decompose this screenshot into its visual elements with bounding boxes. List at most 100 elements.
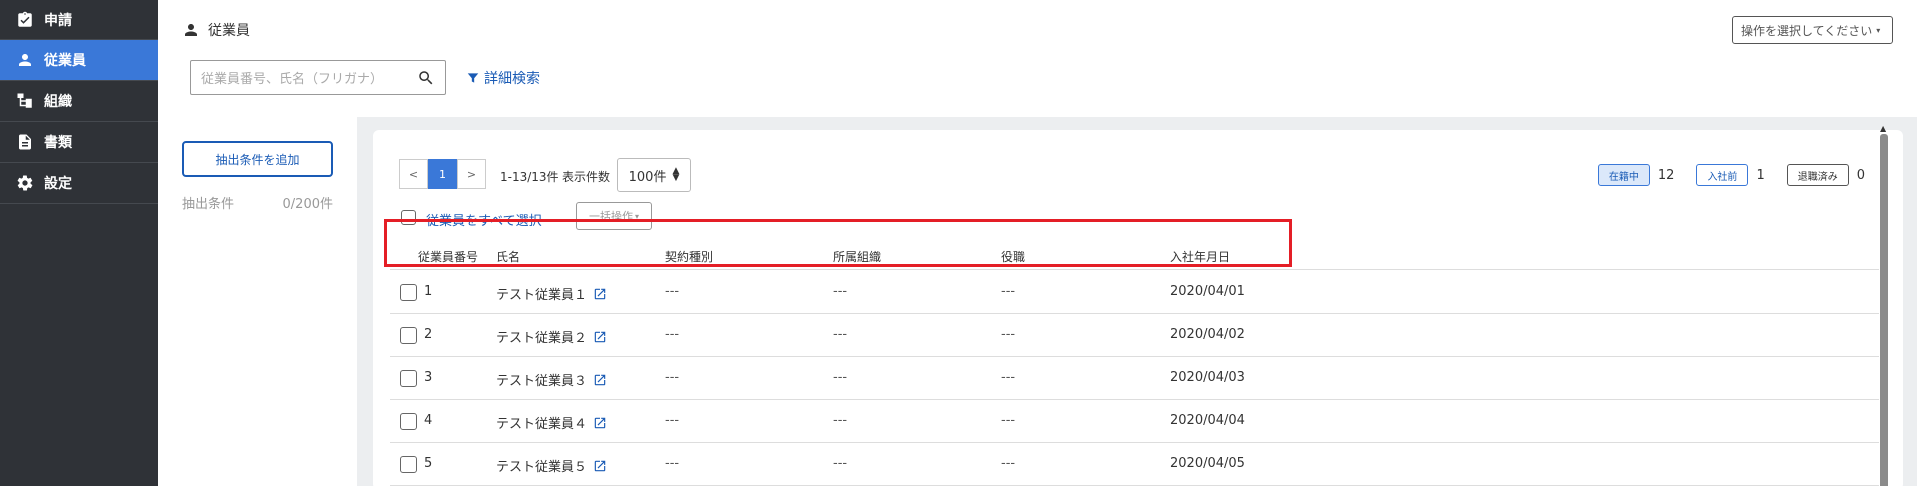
column-header-name[interactable]: 氏名 bbox=[496, 248, 520, 265]
search-input[interactable]: 従業員番号、氏名（フリガナ） bbox=[190, 60, 446, 95]
sidebar-item-label: 書類 bbox=[44, 135, 72, 151]
employee-number: 5 bbox=[424, 456, 433, 471]
status-active-badge[interactable]: 在籍中 bbox=[1597, 164, 1650, 186]
external-link-icon[interactable] bbox=[593, 416, 607, 430]
status-pre-badge[interactable]: 入社前 bbox=[1696, 164, 1749, 186]
scrollbar-thumb[interactable] bbox=[1880, 134, 1888, 486]
table-row[interactable]: 1 テスト従業員１ --- --- --- 2020/04/01 bbox=[390, 271, 1879, 314]
page-1-button[interactable]: 1 bbox=[428, 159, 457, 189]
sidebar: 申請 従業員 組織 書類 設定 bbox=[0, 0, 158, 486]
employee-name: テスト従業員１ bbox=[496, 288, 588, 303]
position: --- bbox=[1001, 413, 1016, 428]
select-all-label[interactable]: 従業員をすべて選択 bbox=[426, 210, 542, 229]
row-checkbox[interactable] bbox=[400, 284, 417, 301]
sidebar-item-documents[interactable]: 書類 bbox=[0, 122, 158, 163]
contract-type: --- bbox=[665, 327, 680, 342]
page-title: 従業員 bbox=[182, 20, 250, 40]
add-filter-button[interactable]: 抽出条件を追加 bbox=[182, 141, 333, 177]
employee-name-link[interactable]: テスト従業員５ bbox=[496, 456, 607, 475]
join-date: 2020/04/03 bbox=[1170, 370, 1245, 385]
join-date: 2020/04/01 bbox=[1170, 284, 1245, 299]
sidebar-item-label: 組織 bbox=[44, 94, 72, 110]
header: 従業員 操作を選択してください ▾ 従業員番号、氏名（フリガナ） 詳細検索 bbox=[158, 0, 1917, 117]
external-link-icon[interactable] bbox=[593, 330, 607, 344]
organization: --- bbox=[833, 456, 848, 471]
filter-icon bbox=[467, 73, 479, 83]
column-header-contract[interactable]: 契約種別 bbox=[665, 248, 713, 265]
sidebar-item-settings[interactable]: 設定 bbox=[0, 163, 158, 204]
person-icon bbox=[19, 54, 31, 66]
caret-down-icon: ▾ bbox=[1876, 25, 1881, 35]
table-row[interactable]: 2 テスト従業員２ --- --- --- 2020/04/02 bbox=[390, 314, 1879, 357]
employee-name: テスト従業員２ bbox=[496, 331, 588, 346]
column-header-employee-number[interactable]: 従業員番号 bbox=[418, 248, 478, 265]
row-checkbox[interactable] bbox=[400, 370, 417, 387]
select-all-checkbox[interactable] bbox=[401, 210, 416, 225]
employee-name: テスト従業員３ bbox=[496, 374, 588, 389]
table-row[interactable]: 4 テスト従業員４ --- --- --- 2020/04/04 bbox=[390, 400, 1879, 443]
row-checkbox[interactable] bbox=[400, 413, 417, 430]
next-page-button[interactable]: > bbox=[457, 159, 486, 189]
filter-label: 抽出条件 bbox=[182, 197, 235, 212]
external-link-icon[interactable] bbox=[593, 373, 607, 387]
select-all[interactable]: 従業員をすべて選択 bbox=[401, 206, 542, 229]
contract-type: --- bbox=[665, 370, 680, 385]
external-link-icon[interactable] bbox=[593, 287, 607, 301]
employee-name: テスト従業員４ bbox=[496, 417, 588, 432]
sidebar-item-organization[interactable]: 組織 bbox=[0, 81, 158, 122]
prev-page-button[interactable]: < bbox=[399, 159, 428, 189]
position: --- bbox=[1001, 327, 1016, 342]
position: --- bbox=[1001, 284, 1016, 299]
column-header-position[interactable]: 役職 bbox=[1001, 248, 1025, 265]
advanced-search-link[interactable]: 詳細検索 bbox=[466, 68, 540, 88]
operation-select-label: 操作を選択してください bbox=[1741, 23, 1873, 38]
position: --- bbox=[1001, 370, 1016, 385]
person-icon bbox=[185, 24, 197, 36]
employee-name-link[interactable]: テスト従業員２ bbox=[496, 327, 607, 346]
sidebar-item-label: 従業員 bbox=[44, 53, 86, 69]
bulk-action-button[interactable]: 一括操作 ▾ bbox=[576, 202, 652, 230]
contract-type: --- bbox=[665, 413, 680, 428]
employee-number: 1 bbox=[424, 284, 433, 299]
row-checkbox[interactable] bbox=[400, 327, 417, 344]
sidebar-item-employees[interactable]: 従業員 bbox=[0, 40, 158, 81]
search-icon[interactable] bbox=[417, 69, 435, 87]
sidebar-item-label: 申請 bbox=[44, 12, 72, 29]
table-row[interactable]: 3 テスト従業員３ --- --- --- 2020/04/03 bbox=[390, 357, 1879, 400]
employee-name-link[interactable]: テスト従業員１ bbox=[496, 284, 607, 303]
sidebar-item-applications[interactable]: 申請 bbox=[0, 0, 158, 40]
search-placeholder: 従業員番号、氏名（フリガナ） bbox=[201, 72, 384, 87]
external-link-icon[interactable] bbox=[593, 459, 607, 473]
join-date: 2020/04/05 bbox=[1170, 456, 1245, 471]
contract-type: --- bbox=[665, 456, 680, 471]
organization: --- bbox=[833, 370, 848, 385]
per-page-label: 表示件数 bbox=[562, 170, 611, 184]
status-retired-badge[interactable]: 退職済み bbox=[1786, 164, 1849, 186]
filter-panel: 抽出条件を追加 抽出条件 0/200件 bbox=[158, 117, 357, 486]
column-header-organization[interactable]: 所属組織 bbox=[833, 248, 881, 265]
sidebar-item-label: 設定 bbox=[44, 176, 72, 192]
scroll-up-icon[interactable]: ▲ bbox=[1880, 124, 1886, 133]
organization: --- bbox=[833, 327, 848, 342]
operation-select[interactable]: 操作を選択してください ▾ bbox=[1732, 16, 1893, 44]
employee-name-link[interactable]: テスト従業員３ bbox=[496, 370, 607, 389]
employee-number: 3 bbox=[424, 370, 433, 385]
status-retired-count: 0 bbox=[1856, 167, 1865, 183]
table-row[interactable]: 5 テスト従業員５ --- --- --- 2020/04/05 bbox=[390, 443, 1879, 486]
table-header: 従業員番号 氏名 契約種別 所属組織 役職 入社年月日 bbox=[390, 240, 1879, 270]
employee-name-link[interactable]: テスト従業員４ bbox=[496, 413, 607, 432]
clipboard-check-icon bbox=[18, 11, 32, 27]
caret-down-icon: ▾ bbox=[634, 211, 639, 221]
vertical-scrollbar[interactable]: ▲ bbox=[1879, 124, 1889, 486]
filter-count: 0/200件 bbox=[282, 197, 333, 212]
status-active-count: 12 bbox=[1657, 167, 1675, 183]
advanced-search-label: 詳細検索 bbox=[484, 71, 540, 87]
employee-list-card: < 1 > 1-13/13件 表示件数 100件 ▲ ▼ 在籍中 12 入社前 1… bbox=[373, 124, 1903, 486]
status-pre-count: 1 bbox=[1756, 167, 1765, 183]
document-icon bbox=[19, 134, 31, 150]
column-header-join-date[interactable]: 入社年月日 bbox=[1170, 248, 1230, 265]
bulk-action-label: 一括操作 bbox=[588, 210, 633, 223]
row-checkbox[interactable] bbox=[400, 456, 417, 473]
pagination: < 1 > bbox=[399, 159, 486, 189]
per-page-select[interactable]: 100件 ▲ ▼ bbox=[617, 158, 691, 192]
